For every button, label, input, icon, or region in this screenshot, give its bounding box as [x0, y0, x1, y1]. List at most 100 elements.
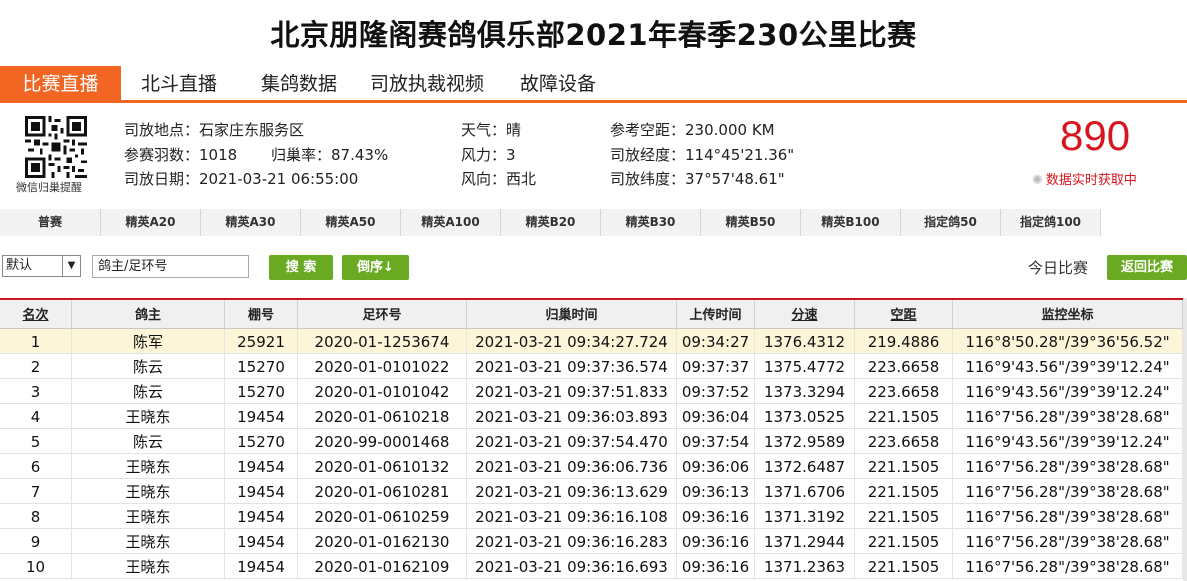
table-row[interactable]: 10 王晓东 19454 2020-01-0162109 2021-03-21 09:3…: [0, 554, 1187, 579]
cell-loft: 15270: [225, 429, 298, 454]
category-tab[interactable]: 精英A30: [201, 209, 301, 236]
cell-speed: 1373.0525: [755, 404, 855, 429]
reverse-order-button[interactable]: 倒序↓: [342, 255, 409, 280]
cell-speed: 1376.4312: [755, 329, 855, 354]
col-header-rank[interactable]: 名次: [0, 300, 72, 328]
category-tab[interactable]: 精英B30: [601, 209, 701, 236]
cell-distance: 221.1505: [855, 529, 953, 554]
table-row[interactable]: 3 陈云 15270 2020-01-0101042 2021-03-21 09:37:…: [0, 379, 1187, 404]
cell-distance: 221.1505: [855, 404, 953, 429]
cell-rank: 6: [0, 454, 72, 479]
category-tab[interactable]: 精英A20: [101, 209, 201, 236]
table-header: 名次 鸽主 棚号 足环号 归巢时间 上传时间 分速 空距 监控坐标: [0, 298, 1187, 329]
cell-coords: 116°7'56.28"/39°38'28.68": [953, 479, 1183, 504]
back-to-race-button[interactable]: 返回比赛: [1107, 255, 1187, 280]
nav-tab-race-live[interactable]: 比赛直播: [0, 66, 121, 100]
sort-select[interactable]: 默认 ▼: [2, 255, 81, 277]
cell-upload: 09:37:52: [677, 379, 755, 404]
table-row[interactable]: 4 王晓东 19454 2020-01-0610218 2021-03-21 09:36…: [0, 404, 1187, 429]
cell-loft: 15270: [225, 354, 298, 379]
table-row[interactable]: 5 陈云 15270 2020-99-0001468 2021-03-21 09:37:…: [0, 429, 1187, 454]
cell-speed: 1375.4772: [755, 354, 855, 379]
category-tab[interactable]: 指定鸽100: [1001, 209, 1101, 236]
table-row[interactable]: 8 王晓东 19454 2020-01-0610259 2021-03-21 09:36…: [0, 504, 1187, 529]
cell-ring: 2020-01-0610218: [298, 404, 467, 429]
category-tab[interactable]: 精英B100: [801, 209, 901, 236]
cell-upload: 09:36:13: [677, 479, 755, 504]
table-row[interactable]: 6 王晓东 19454 2020-01-0610132 2021-03-21 09:36…: [0, 454, 1187, 479]
cell-rank: 7: [0, 479, 72, 504]
category-tab[interactable]: 精英A100: [401, 209, 501, 236]
cell-coords: 116°8'50.28"/39°36'56.52": [953, 329, 1183, 354]
cell-ring: 2020-01-0610132: [298, 454, 467, 479]
weather: 天气：晴: [461, 121, 522, 139]
category-tab[interactable]: 精英A50: [301, 209, 401, 236]
scrollbar[interactable]: [1183, 298, 1187, 581]
cell-loft: 19454: [225, 529, 298, 554]
table-row[interactable]: 2 陈云 15270 2020-01-0101022 2021-03-21 09:37:…: [0, 354, 1187, 379]
filter-bar: 默认 ▼ 鸽主/足环号 搜 索 倒序↓ 今日比赛 返回比赛: [0, 253, 1187, 283]
today-race-link[interactable]: 今日比赛: [1028, 257, 1088, 278]
col-header-ring: 足环号: [298, 300, 467, 328]
cell-speed: 1373.3294: [755, 379, 855, 404]
cell-distance: 223.6658: [855, 429, 953, 454]
cell-distance: 221.1505: [855, 454, 953, 479]
cell-owner: 陈云: [72, 379, 225, 404]
nav-tab-collection-data[interactable]: 集鸽数据: [261, 66, 337, 100]
category-tab[interactable]: 精英B50: [701, 209, 801, 236]
cell-loft: 19454: [225, 479, 298, 504]
cell-ring: 2020-99-0001468: [298, 429, 467, 454]
cell-rank: 1: [0, 329, 72, 354]
cell-upload: 09:34:27: [677, 329, 755, 354]
category-tab[interactable]: 指定鸽50: [901, 209, 1001, 236]
category-tab[interactable]: 精英B20: [501, 209, 601, 236]
cell-ring: 2020-01-0162109: [298, 554, 467, 579]
cell-distance: 221.1505: [855, 479, 953, 504]
table-row[interactable]: 1 陈军 25921 2020-01-1253674 2021-03-21 09:34:…: [0, 329, 1187, 354]
returned-count: 890: [1060, 112, 1131, 159]
cell-coords: 116°7'56.28"/39°38'28.68": [953, 529, 1183, 554]
cell-ring: 2020-01-0101042: [298, 379, 467, 404]
release-longitude: 司放经度：114°45'21.36": [610, 146, 795, 164]
cell-owner: 王晓东: [72, 454, 225, 479]
nav-tab-release-video[interactable]: 司放执裁视频: [370, 66, 484, 100]
cell-loft: 19454: [225, 504, 298, 529]
cell-coords: 116°7'56.28"/39°38'28.68": [953, 504, 1183, 529]
col-header-speed[interactable]: 分速: [755, 300, 855, 328]
return-rate: 归巢率：87.43%: [271, 146, 389, 164]
chevron-down-icon: ▼: [62, 256, 80, 276]
nav-tab-beidou-live[interactable]: 北斗直播: [141, 66, 217, 100]
cell-rank: 2: [0, 354, 72, 379]
cell-owner: 王晓东: [72, 404, 225, 429]
cell-speed: 1371.3192: [755, 504, 855, 529]
cell-loft: 19454: [225, 554, 298, 579]
col-header-loft: 棚号: [225, 300, 298, 328]
cell-loft: 19454: [225, 454, 298, 479]
cell-coords: 116°9'43.56"/39°39'12.24": [953, 429, 1183, 454]
col-header-upload: 上传时间: [677, 300, 755, 328]
cell-distance: 223.6658: [855, 354, 953, 379]
cell-loft: 25921: [225, 329, 298, 354]
cell-speed: 1371.2363: [755, 554, 855, 579]
search-button[interactable]: 搜 索: [269, 255, 333, 280]
cell-upload: 09:36:04: [677, 404, 755, 429]
cell-rank: 8: [0, 504, 72, 529]
cell-ring: 2020-01-0101022: [298, 354, 467, 379]
cell-coords: 116°9'43.56"/39°39'12.24": [953, 379, 1183, 404]
cell-coords: 116°7'56.28"/39°38'28.68": [953, 404, 1183, 429]
cell-speed: 1372.9589: [755, 429, 855, 454]
cell-owner: 王晓东: [72, 554, 225, 579]
category-tab[interactable]: 普赛: [0, 209, 101, 236]
table-row[interactable]: 7 王晓东 19454 2020-01-0610281 2021-03-21 09:36…: [0, 479, 1187, 504]
release-latitude: 司放纬度：37°57'48.61": [610, 170, 785, 188]
nav-tab-faulty-devices[interactable]: 故障设备: [520, 66, 596, 100]
cell-rank: 4: [0, 404, 72, 429]
col-header-arrival: 归巢时间: [467, 300, 677, 328]
table-row[interactable]: 9 王晓东 19454 2020-01-0162130 2021-03-21 09:36…: [0, 529, 1187, 554]
cell-upload: 09:36:16: [677, 554, 755, 579]
search-input[interactable]: 鸽主/足环号: [92, 255, 249, 278]
cell-arrival: 2021-03-21 09:36:16.693: [467, 554, 677, 579]
col-header-distance[interactable]: 空距: [855, 300, 953, 328]
cell-ring: 2020-01-0610281: [298, 479, 467, 504]
cell-arrival: 2021-03-21 09:36:13.629: [467, 479, 677, 504]
